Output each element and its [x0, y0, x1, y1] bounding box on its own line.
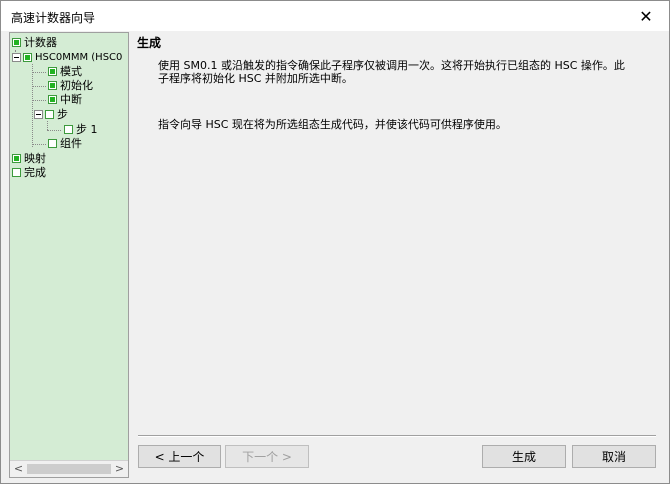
checkbox-icon — [48, 139, 57, 148]
collapse-icon[interactable] — [34, 110, 43, 119]
tree-item-step-1[interactable]: 步 1 — [64, 123, 98, 137]
checkbox-icon — [23, 53, 32, 62]
tree-item-counter[interactable]: 计数器 — [12, 36, 57, 50]
checkbox-icon — [64, 125, 73, 134]
checkbox-icon — [12, 38, 21, 47]
tree-item-component[interactable]: 组件 — [48, 137, 82, 151]
scroll-thumb[interactable] — [27, 464, 111, 474]
close-button[interactable]: ✕ — [623, 1, 669, 31]
tree-item-mapping[interactable]: 映射 — [12, 152, 46, 166]
wizard-dialog: 高速计数器向导 ✕ 计数器 HSC0MMM (HSC0 模式 初始化 中断 步 — [0, 0, 670, 484]
scroll-right-icon[interactable]: > — [111, 461, 128, 477]
description-paragraph: 使用 SM0.1 或沿触发的指令确保此子程序仅被调用一次。这将开始执行已组态的 … — [158, 59, 625, 85]
checkbox-icon — [48, 95, 57, 104]
button-divider — [138, 435, 656, 437]
scroll-left-icon[interactable]: < — [10, 461, 27, 477]
tree-item-init[interactable]: 初始化 — [48, 79, 93, 93]
tree-horizontal-scrollbar[interactable]: < > — [10, 460, 128, 477]
tree-item-hsc0[interactable]: HSC0MMM (HSC0 — [12, 51, 122, 65]
tree-item-step[interactable]: 步 — [34, 108, 68, 122]
close-icon: ✕ — [639, 6, 653, 26]
title-bar: 高速计数器向导 ✕ — [1, 1, 669, 31]
cancel-button[interactable]: 取消 — [572, 445, 656, 468]
tree-item-mode[interactable]: 模式 — [48, 65, 82, 79]
tree-item-finish[interactable]: 完成 — [12, 166, 46, 180]
next-button[interactable]: 下一个 > — [225, 445, 309, 468]
wizard-step-tree: 计数器 HSC0MMM (HSC0 模式 初始化 中断 步 步 1 组件 映射 … — [9, 32, 129, 478]
tree-item-interrupt[interactable]: 中断 — [48, 93, 82, 107]
collapse-icon[interactable] — [12, 53, 21, 62]
page-title: 生成 — [137, 36, 162, 50]
window-title: 高速计数器向导 — [11, 11, 96, 25]
checkbox-icon — [12, 168, 21, 177]
checkbox-icon — [45, 110, 54, 119]
checkbox-icon — [48, 81, 57, 90]
previous-button[interactable]: < 上一个 — [138, 445, 221, 468]
checkbox-icon — [12, 154, 21, 163]
checkbox-icon — [48, 67, 57, 76]
info-paragraph: 指令向导 HSC 现在将为所选组态生成代码，并使该代码可供程序使用。 — [158, 118, 507, 131]
generate-button[interactable]: 生成 — [482, 445, 566, 468]
